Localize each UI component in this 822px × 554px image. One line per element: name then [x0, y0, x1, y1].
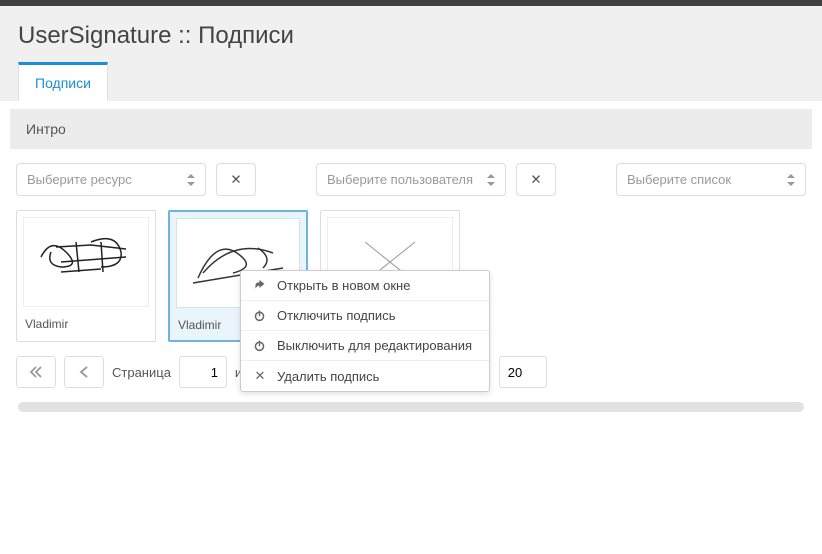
first-page-button[interactable] — [16, 356, 56, 388]
context-menu-label: Отключить подпись — [277, 308, 395, 323]
signature-thumbnail — [23, 217, 149, 307]
sort-icon — [187, 174, 195, 186]
page-input[interactable] — [179, 356, 227, 388]
signature-card[interactable]: Vladimir — [16, 210, 156, 342]
user-select[interactable]: Выберите пользователя — [316, 163, 506, 196]
power-icon — [253, 309, 267, 322]
close-icon: ✕ — [253, 368, 267, 384]
share-icon — [253, 279, 267, 292]
clear-user-button[interactable]: ✕ — [516, 163, 556, 196]
scrollbar-thumb[interactable] — [18, 402, 804, 412]
sort-icon — [487, 174, 495, 186]
context-menu: Открыть в новом окне Отключить подпись В… — [240, 270, 490, 392]
list-select[interactable]: Выберите список — [616, 163, 806, 196]
context-menu-lock[interactable]: Выключить для редактирования — [241, 331, 489, 361]
close-icon: ✕ — [230, 172, 241, 188]
resource-select[interactable]: Выберите ресурс — [16, 163, 206, 196]
resource-select-placeholder: Выберите ресурс — [27, 172, 132, 187]
horizontal-scrollbar[interactable] — [18, 402, 804, 412]
clear-resource-button[interactable]: ✕ — [216, 163, 256, 196]
sort-icon — [787, 174, 795, 186]
context-menu-label: Открыть в новом окне — [277, 278, 410, 293]
context-menu-delete[interactable]: ✕ Удалить подпись — [241, 361, 489, 391]
user-select-placeholder: Выберите пользователя — [327, 172, 473, 187]
close-icon: ✕ — [530, 172, 541, 188]
context-menu-label: Выключить для редактирования — [277, 338, 472, 353]
page-label: Страница — [112, 365, 171, 380]
per-page-input[interactable] — [499, 356, 547, 388]
prev-page-button[interactable] — [64, 356, 104, 388]
tabs: Подписи — [18, 62, 804, 101]
signature-card-label: Vladimir — [17, 313, 155, 339]
list-select-placeholder: Выберите список — [627, 172, 731, 187]
context-menu-disable[interactable]: Отключить подпись — [241, 301, 489, 331]
context-menu-label: Удалить подпись — [277, 369, 379, 384]
page-title: UserSignature :: Подписи — [18, 16, 804, 62]
power-icon — [253, 339, 267, 352]
panel-heading: Интро — [10, 109, 812, 149]
context-menu-open[interactable]: Открыть в новом окне — [241, 271, 489, 301]
tab-signatures[interactable]: Подписи — [18, 62, 108, 101]
